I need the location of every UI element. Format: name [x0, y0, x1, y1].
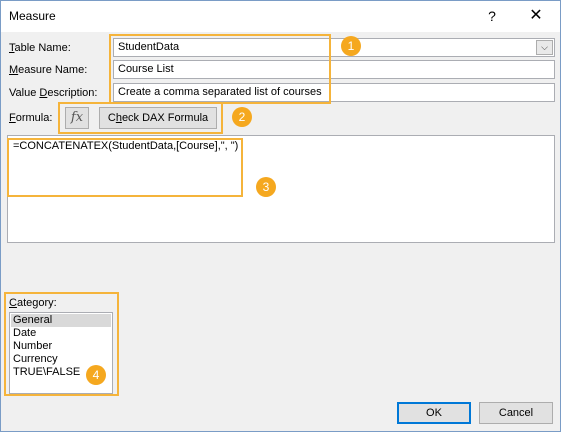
title-bar: Measure ? ✕: [1, 1, 560, 32]
chevron-down-icon[interactable]: ⌵: [536, 40, 553, 55]
dialog-title: Measure: [9, 9, 56, 23]
category-item-general[interactable]: General: [11, 314, 111, 327]
help-icon[interactable]: ?: [481, 5, 503, 27]
formula-label: Formula:: [9, 112, 53, 124]
value-description-field[interactable]: Create a comma separated list of courses: [113, 83, 555, 102]
formula-editor[interactable]: =CONCATENATEX(StudentData,[Course],", "): [7, 135, 555, 243]
measure-name-field[interactable]: Course List: [113, 60, 555, 79]
function-icon[interactable]: fx: [65, 107, 89, 129]
callout-badge-2: 2: [232, 107, 252, 127]
measure-name-label: Measure Name:: [9, 64, 88, 76]
ok-button[interactable]: OK: [397, 402, 471, 424]
cancel-button[interactable]: Cancel: [479, 402, 553, 424]
check-dax-formula-button[interactable]: Check DAX Formula: [99, 107, 217, 129]
close-icon[interactable]: ✕: [523, 5, 549, 27]
category-label: Category:: [9, 297, 57, 309]
table-name-combo[interactable]: StudentData ⌵: [113, 38, 555, 57]
category-item-date[interactable]: Date: [11, 327, 111, 340]
table-name-value: StudentData: [118, 41, 180, 53]
category-item-number[interactable]: Number: [11, 340, 111, 353]
value-description-label: Value Description:: [9, 87, 98, 99]
callout-badge-1: 1: [341, 36, 361, 56]
callout-badge-4: 4: [86, 365, 106, 385]
table-name-label: Table Name:: [9, 42, 71, 54]
callout-badge-3: 3: [256, 177, 276, 197]
measure-dialog: Measure ? ✕ Table Name: StudentData ⌵ Me…: [0, 0, 561, 432]
